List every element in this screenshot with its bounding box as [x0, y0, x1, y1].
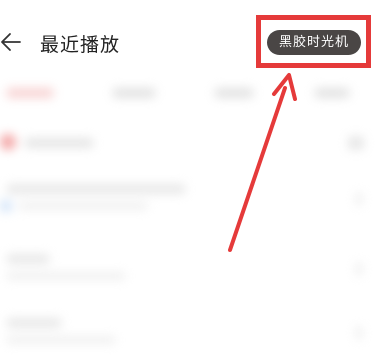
list-item-subtitle-placeholder: [18, 202, 148, 210]
back-arrow-icon[interactable]: [0, 30, 24, 54]
section-header: [0, 128, 378, 158]
list-item-more-icon: [356, 262, 362, 276]
list-item: [0, 318, 378, 358]
section-icon: [0, 134, 16, 150]
tab-placeholder: [314, 88, 350, 98]
top-bar: 最近播放 黑胶时光机: [0, 0, 378, 86]
filter-tabs: [0, 88, 378, 108]
list-item-title-placeholder: [6, 318, 62, 328]
list-item-title-placeholder: [6, 184, 186, 194]
list-item: [0, 184, 378, 224]
list-item: [0, 254, 378, 294]
vinyl-time-machine-button[interactable]: 黑胶时光机: [267, 30, 361, 55]
list-item-subtitle-placeholder: [6, 272, 126, 280]
section-title-placeholder: [24, 138, 94, 148]
section-action-icon: [348, 136, 364, 150]
tab-placeholder: [112, 88, 156, 98]
tab-placeholder: [6, 88, 54, 98]
list-item-subtitle-placeholder: [6, 336, 116, 344]
list-item-title-placeholder: [6, 254, 50, 264]
list-item-more-icon: [356, 192, 362, 206]
list-item-more-icon: [356, 326, 362, 340]
tab-placeholder: [214, 88, 254, 98]
list-item-tag-icon: [0, 200, 12, 212]
blurred-background-content: [0, 78, 378, 360]
page-title: 最近播放: [40, 34, 121, 56]
